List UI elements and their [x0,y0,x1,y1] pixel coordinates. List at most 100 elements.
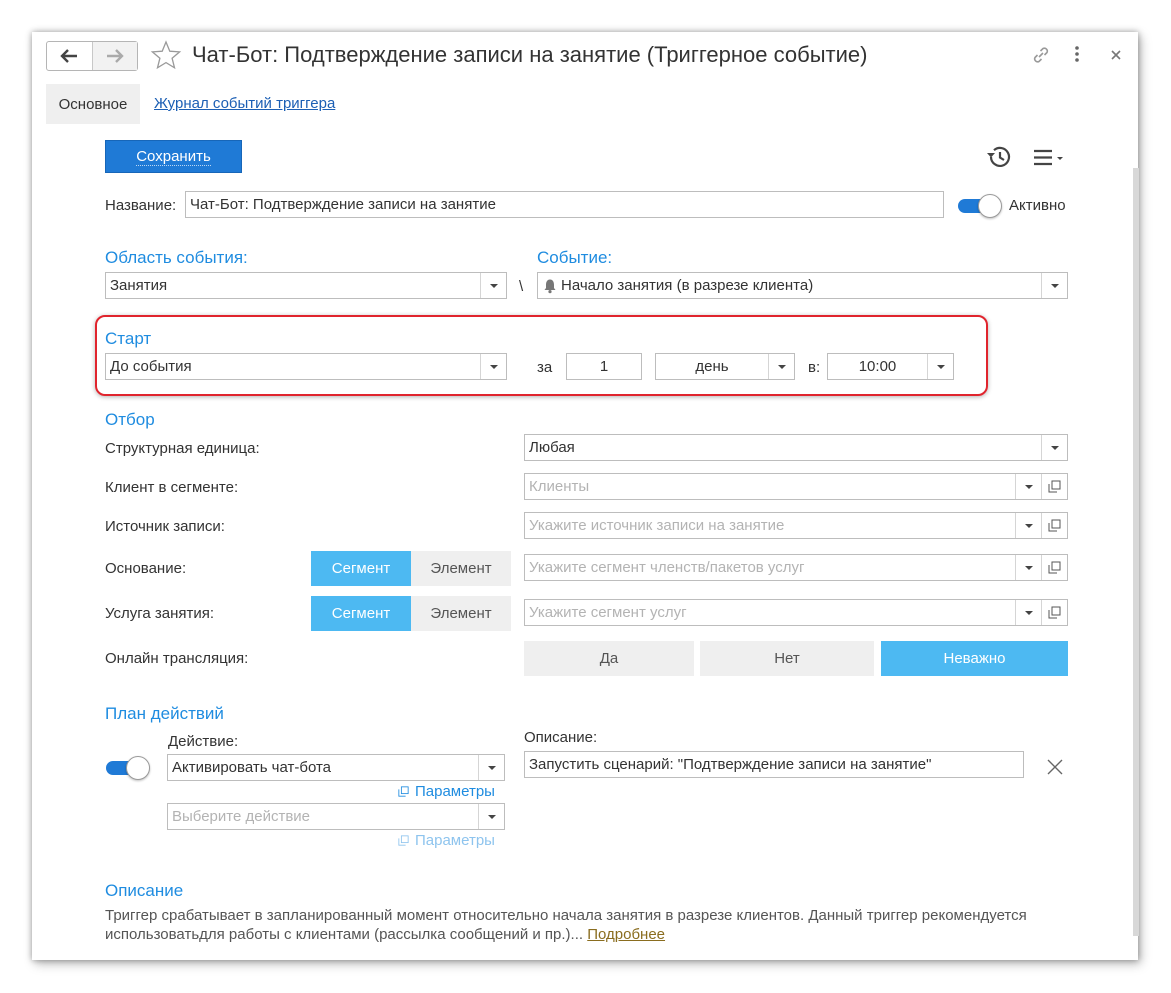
description-heading: Описание [105,881,184,900]
name-label: Название: [105,197,177,214]
event-value: Начало занятия (в разрезе клиента) [561,277,814,294]
amount-value: 1 [599,358,609,375]
event-area-select[interactable]: Занятия [105,272,507,299]
basis-segment-field[interactable]: Укажите сегмент членств/пакетов услуг [524,554,1068,581]
open-icon[interactable] [1041,600,1067,625]
start-mode-value: До события [110,358,192,375]
favorite-star-icon[interactable] [150,40,182,74]
action-label: Действие: [168,733,239,750]
more-vertical-icon[interactable] [1070,44,1084,70]
za-label: за [537,359,553,376]
client-placeholder: Клиенты [529,478,590,495]
unit-value: день [695,358,729,375]
action-value: Активировать чат-бота [172,759,332,776]
at-label: в: [808,359,821,376]
menu-icon[interactable] [1032,148,1066,172]
service-label: Услуга занятия: [105,605,215,622]
open-icon [398,786,409,797]
window-title: Чат-Бот: Подтверждение записи на занятие… [192,42,868,67]
forward-button[interactable] [91,42,137,70]
chevron-down-icon[interactable] [1015,513,1041,538]
structural-unit-value: Любая [529,439,575,456]
chevron-down-icon[interactable] [1041,435,1067,460]
basis-label: Основание: [105,560,187,577]
open-icon[interactable] [1041,513,1067,538]
params2-link[interactable]: Параметры [398,832,495,849]
history-icon[interactable] [985,144,1013,174]
service-segment-field[interactable]: Укажите сегмент услуг [524,599,1068,626]
active-toggle[interactable] [958,193,1003,219]
more-link[interactable]: Подробнее [587,926,665,943]
source-placeholder: Укажите источник записи на занятие [529,517,785,534]
client-label: Клиент в сегменте: [105,479,239,496]
event-area-heading: Область события: [105,248,248,267]
source-field[interactable]: Укажите источник записи на занятие [524,512,1068,539]
service-placeholder: Укажите сегмент услуг [529,604,687,621]
service-segment-button[interactable]: Сегмент [311,596,411,631]
chevron-down-icon[interactable] [480,273,506,298]
action-toggle[interactable] [106,755,151,781]
chevron-down-icon[interactable] [478,804,504,829]
params2-label: Параметры [415,832,495,849]
scrollbar[interactable] [1133,168,1139,936]
plan-desc-value: Запустить сценарий: "Подтверждение запис… [529,756,932,773]
filter-heading: Отбор [105,410,155,429]
online-any-button[interactable]: Неважно [881,641,1068,676]
open-icon[interactable] [1041,474,1067,499]
params-label: Параметры [415,783,495,800]
name-value: Чат-Бот: Подтверждение записи на занятие [190,196,496,213]
time-select[interactable]: 10:00 [827,353,954,380]
link-icon[interactable] [1030,44,1052,70]
online-yes-button[interactable]: Да [524,641,694,676]
start-heading: Старт [105,329,152,348]
plan-heading: План действий [105,704,224,723]
event-select[interactable]: Начало занятия (в разрезе клиента) [537,272,1068,299]
chevron-down-icon[interactable] [480,354,506,379]
chevron-down-icon[interactable] [768,354,794,379]
basis-placeholder: Укажите сегмент членств/пакетов услуг [529,559,805,576]
client-segment-field[interactable]: Клиенты [524,473,1068,500]
chevron-down-icon[interactable] [1015,600,1041,625]
event-heading: Событие: [537,248,613,267]
source-label: Источник записи: [105,518,225,535]
unit-label: Структурная единица: [105,440,260,457]
close-icon[interactable] [1108,44,1124,70]
tab-main[interactable]: Основное [46,84,140,124]
description-text: Триггер срабатывает в запланированный мо… [105,906,1085,944]
action2-placeholder: Выберите действие [172,808,311,825]
bell-icon [538,278,557,294]
params-link[interactable]: Параметры [398,783,495,800]
action2-select[interactable]: Выберите действие [167,803,505,830]
back-button[interactable] [47,42,92,70]
online-label: Онлайн трансляция: [105,650,249,667]
event-separator: \ [519,278,524,295]
amount-field[interactable]: 1 [566,353,642,380]
description-body: Триггер срабатывает в запланированный мо… [105,907,1027,943]
nav-group [46,41,138,71]
basis-segment-button[interactable]: Сегмент [311,551,411,586]
name-field[interactable]: Чат-Бот: Подтверждение записи на занятие [185,191,944,218]
open-icon [398,835,409,846]
plan-desc-label: Описание: [524,729,598,746]
plan-desc-field[interactable]: Запустить сценарий: "Подтверждение запис… [524,751,1024,778]
chevron-down-icon[interactable] [927,354,953,379]
tab-trigger-log[interactable]: Журнал событий триггера [154,95,335,112]
save-label: Сохранить [136,147,211,166]
chevron-down-icon[interactable] [1015,474,1041,499]
chevron-down-icon[interactable] [1015,555,1041,580]
save-button[interactable]: Сохранить [105,140,242,173]
event-area-value: Занятия [110,277,168,294]
arrow-right-icon [106,49,124,63]
service-element-button[interactable]: Элемент [411,596,511,631]
online-no-button[interactable]: Нет [700,641,874,676]
chevron-down-icon[interactable] [478,755,504,780]
open-icon[interactable] [1041,555,1067,580]
delete-icon[interactable] [1046,758,1064,780]
unit-select[interactable]: день [655,353,795,380]
basis-element-button[interactable]: Элемент [411,551,511,586]
chevron-down-icon[interactable] [1041,273,1067,298]
action-select[interactable]: Активировать чат-бота [167,754,505,781]
start-mode-select[interactable]: До события [105,353,507,380]
structural-unit-select[interactable]: Любая [524,434,1068,461]
active-label: Активно [1009,197,1066,214]
